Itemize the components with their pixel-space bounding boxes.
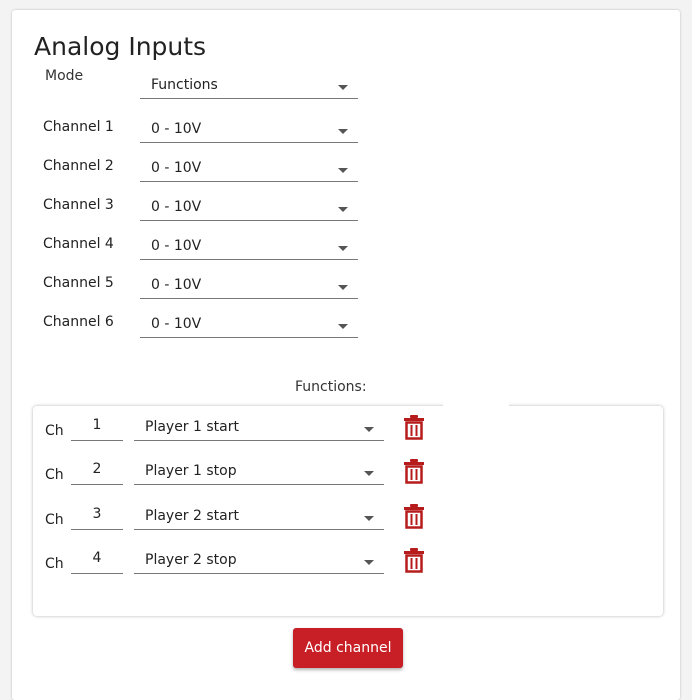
channel-6-value: 0 - 10V — [151, 316, 202, 332]
trash-icon[interactable] — [403, 503, 425, 529]
channel-2-label: Channel 2 — [43, 158, 114, 174]
channel-4-value: 0 - 10V — [151, 238, 202, 254]
trash-icon[interactable] — [403, 547, 425, 573]
mode-label: Mode — [45, 68, 84, 84]
chevron-down-icon — [364, 427, 374, 432]
function-row-1-channel-value: 1 — [92, 417, 102, 433]
channel-3-label: Channel 3 — [43, 197, 114, 213]
functions-heading: Functions: — [295, 379, 367, 395]
function-row-3-select[interactable]: Player 2 start — [134, 503, 384, 530]
function-row-3-channel-input[interactable]: 3 — [71, 503, 123, 530]
channel-2-select[interactable]: 0 - 10V — [140, 155, 358, 182]
channel-5-value: 0 - 10V — [151, 277, 202, 293]
trash-icon[interactable] — [403, 414, 425, 440]
analog-inputs-card: Analog Inputs Mode Functions Channel 1 0… — [12, 10, 680, 700]
add-channel-button[interactable]: Add channel — [293, 628, 403, 668]
page-title: Analog Inputs — [34, 32, 207, 61]
chevron-down-icon — [338, 246, 348, 251]
function-row-1-select[interactable]: Player 1 start — [134, 414, 384, 441]
function-row-4-select[interactable]: Player 2 stop — [134, 547, 384, 574]
chevron-down-icon — [364, 471, 374, 476]
functions-panel: Ch 1 Player 1 start Ch 2 Player 1 stop C… — [33, 406, 663, 616]
channel-3-select[interactable]: 0 - 10V — [140, 194, 358, 221]
function-row-2-channel-value: 2 — [92, 461, 102, 477]
channel-4-select[interactable]: 0 - 10V — [140, 233, 358, 260]
function-row-1-ch-label: Ch — [45, 423, 64, 439]
chevron-down-icon — [338, 85, 348, 90]
channel-5-label: Channel 5 — [43, 275, 114, 291]
chevron-down-icon — [338, 168, 348, 173]
mode-select-value: Functions — [151, 77, 218, 93]
function-row-1-channel-input[interactable]: 1 — [71, 414, 123, 441]
channel-3-value: 0 - 10V — [151, 199, 202, 215]
function-row-4-channel-value: 4 — [92, 550, 102, 566]
function-row-4-ch-label: Ch — [45, 556, 64, 572]
channel-1-value: 0 - 10V — [151, 121, 202, 137]
channel-2-value: 0 - 10V — [151, 160, 202, 176]
chevron-down-icon — [338, 207, 348, 212]
function-row-4-channel-input[interactable]: 4 — [71, 547, 123, 574]
channel-4-label: Channel 4 — [43, 236, 114, 252]
function-row-1-value: Player 1 start — [145, 419, 239, 435]
function-row-4-value: Player 2 stop — [145, 552, 237, 568]
function-row-2-ch-label: Ch — [45, 467, 64, 483]
channel-1-label: Channel 1 — [43, 119, 114, 135]
chevron-down-icon — [364, 516, 374, 521]
function-row-2-select[interactable]: Player 1 stop — [134, 458, 384, 485]
function-row-2-channel-input[interactable]: 2 — [71, 458, 123, 485]
channel-5-select[interactable]: 0 - 10V — [140, 272, 358, 299]
function-row-3-ch-label: Ch — [45, 512, 64, 528]
chevron-down-icon — [338, 285, 348, 290]
panel-border-gap — [443, 403, 509, 409]
chevron-down-icon — [364, 560, 374, 565]
chevron-down-icon — [338, 129, 348, 134]
function-row-3-channel-value: 3 — [92, 506, 102, 522]
function-row-2-value: Player 1 stop — [145, 463, 237, 479]
mode-select[interactable]: Functions — [140, 72, 358, 99]
channel-6-select[interactable]: 0 - 10V — [140, 311, 358, 338]
channel-6-label: Channel 6 — [43, 314, 114, 330]
channel-1-select[interactable]: 0 - 10V — [140, 116, 358, 143]
chevron-down-icon — [338, 324, 348, 329]
trash-icon[interactable] — [403, 458, 425, 484]
function-row-3-value: Player 2 start — [145, 508, 239, 524]
